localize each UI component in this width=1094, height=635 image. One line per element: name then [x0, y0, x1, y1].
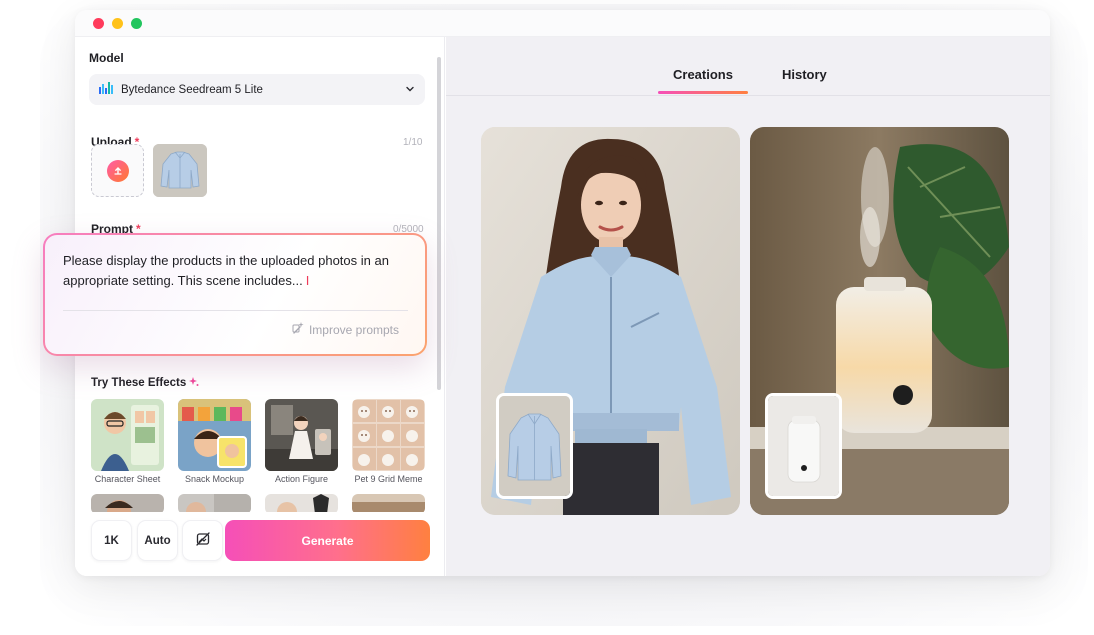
effect-preview-image: [265, 494, 338, 514]
close-window-button[interactable]: [93, 18, 104, 29]
prompt-editor[interactable]: Please display the products in the uploa…: [45, 235, 425, 354]
tabs-divider: [446, 95, 1050, 96]
creation-card-humidifier[interactable]: [750, 127, 1009, 515]
maximize-window-button[interactable]: [131, 18, 142, 29]
title-bar: [75, 10, 1050, 37]
prompt-divider: [63, 310, 408, 311]
effects-label-text: Try These Effects: [91, 377, 187, 389]
effect-preview-image: [91, 399, 164, 471]
effect-card-row2-1[interactable]: [91, 494, 164, 514]
model-label: Model: [89, 51, 124, 65]
generate-button[interactable]: Generate: [225, 520, 430, 561]
upload-counter: 1/10: [403, 137, 423, 148]
effect-preview-image: [265, 399, 338, 471]
effect-preview-image: [91, 494, 164, 514]
minimize-window-button[interactable]: [112, 18, 123, 29]
effect-caption: Pet 9 Grid Meme: [354, 474, 423, 484]
results-panel: Creations History: [446, 37, 1050, 576]
source-jacket-inset: [496, 393, 573, 499]
prompt-text-value: Please display the products in the uploa…: [63, 253, 389, 288]
effect-card-row2-4[interactable]: [352, 494, 425, 514]
upload-icon: [106, 159, 129, 182]
effect-caption: Snack Mockup: [184, 474, 245, 484]
source-humidifier-inset: [765, 393, 842, 499]
effect-preview-image: [352, 399, 425, 471]
effect-caption: Character Sheet: [94, 474, 161, 484]
effect-preview-image: [178, 399, 251, 471]
effect-preview-image: [178, 494, 251, 514]
effect-preview-image: [352, 494, 425, 514]
effect-card-pet-9-grid-meme[interactable]: Pet 9 Grid Meme: [352, 399, 425, 484]
aspect-ratio-button[interactable]: Auto: [137, 520, 178, 561]
model-dropdown[interactable]: Bytedance Seedream 5 Lite: [89, 74, 425, 105]
image-off-icon: [195, 531, 211, 550]
effect-caption: Action Figure: [274, 474, 329, 484]
active-tab-indicator: [658, 91, 748, 94]
effects-label: Try These Effects: [91, 377, 199, 389]
uploaded-jacket-thumbnail[interactable]: [153, 144, 207, 197]
text-cursor-icon: I: [305, 273, 310, 288]
improve-prompts-label: Improve prompts: [308, 322, 399, 337]
sparkle-icon: [189, 377, 199, 389]
generate-toolbar: 1K Auto Generate: [75, 512, 443, 576]
no-image-toggle[interactable]: [182, 520, 223, 561]
model-selected-value: Bytedance Seedream 5 Lite: [121, 83, 263, 96]
improve-prompts-button[interactable]: Improve prompts: [291, 321, 399, 338]
effect-card-row2-3[interactable]: [265, 494, 338, 514]
panel-scrollbar[interactable]: [437, 57, 441, 390]
effect-card-row2-2[interactable]: [178, 494, 251, 514]
creation-card-jacket[interactable]: [481, 127, 740, 515]
magic-wand-icon: [291, 321, 309, 338]
chevron-down-icon: [405, 81, 415, 99]
effect-card-action-figure[interactable]: Action Figure: [265, 399, 338, 484]
prompt-textarea[interactable]: Please display the products in the uploa…: [63, 251, 408, 291]
tab-history[interactable]: History: [782, 67, 827, 82]
tab-creations[interactable]: Creations: [673, 67, 733, 82]
model-brand-icon: [99, 81, 113, 99]
upload-dropzone[interactable]: [91, 144, 144, 197]
resolution-button[interactable]: 1K: [91, 520, 132, 561]
prompt-editor-card: Please display the products in the uploa…: [43, 233, 427, 356]
effect-card-character-sheet[interactable]: Character Sheet: [91, 399, 164, 484]
effect-card-snack-mockup[interactable]: Snack Mockup: [178, 399, 251, 484]
